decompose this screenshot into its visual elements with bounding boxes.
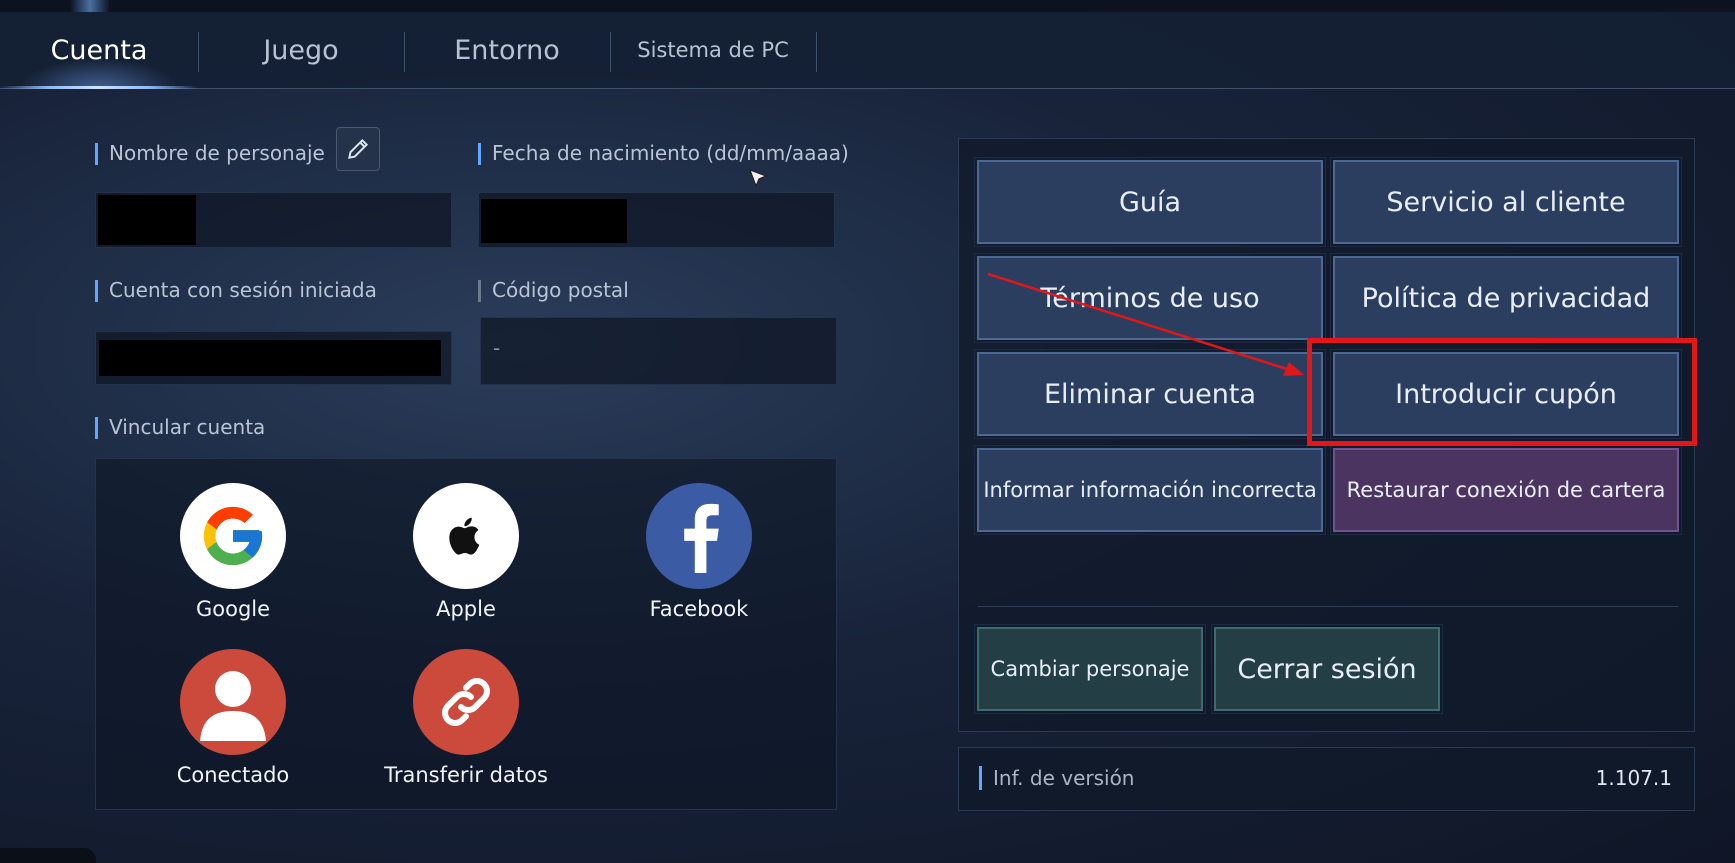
annotation-arrow: [987, 272, 1304, 376]
corner-overlay: [0, 848, 96, 863]
